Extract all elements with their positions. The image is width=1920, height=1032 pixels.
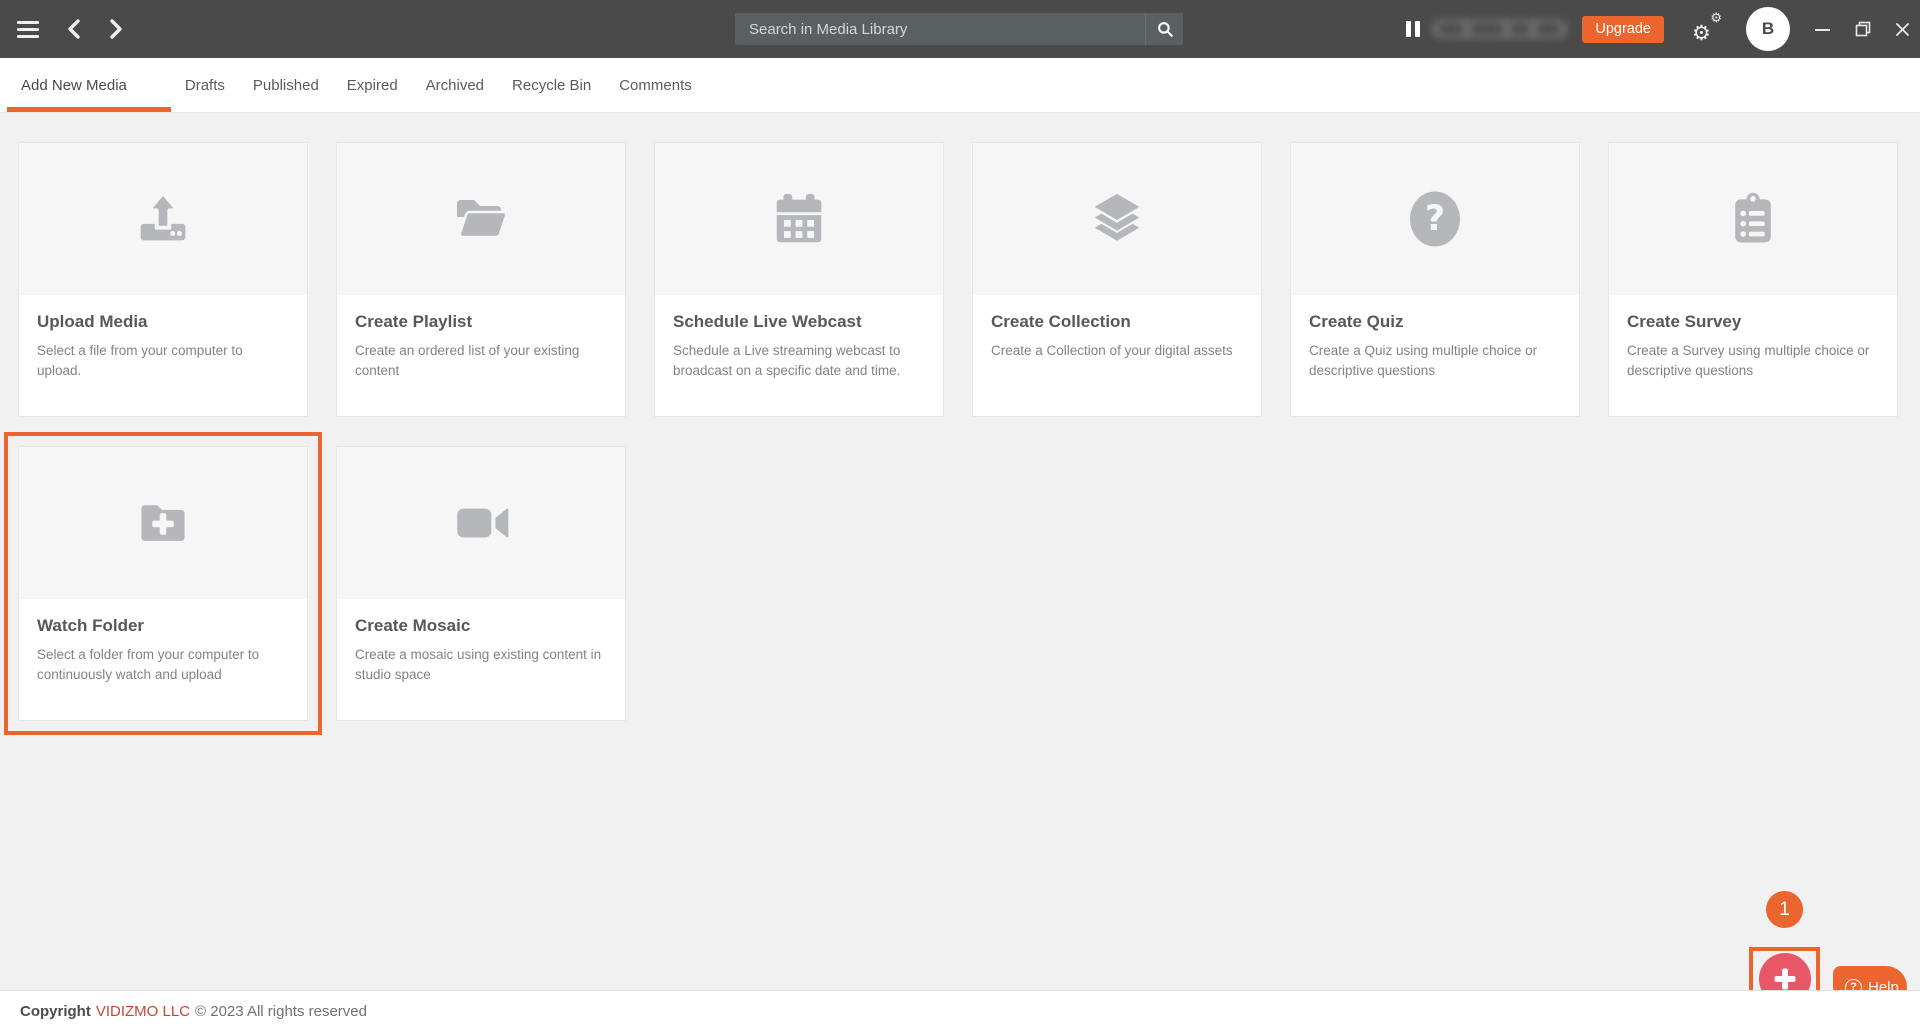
tab-add-new-media[interactable]: Add New Media <box>7 58 171 112</box>
copyright-text: © 2023 All rights reserved <box>195 1003 367 1020</box>
search-icon[interactable] <box>1145 13 1183 45</box>
card-create-mosaic[interactable]: Create Mosaic Create a mosaic using exis… <box>336 446 626 721</box>
avatar[interactable]: B <box>1746 7 1790 51</box>
folder-plus-icon <box>19 447 307 599</box>
card-schedule-live-webcast[interactable]: Schedule Live Webcast Schedule a Live st… <box>654 142 944 417</box>
card-description: Create a Quiz using multiple choice or d… <box>1309 343 1538 379</box>
close-icon[interactable] <box>1895 22 1910 37</box>
video-camera-icon <box>337 447 625 599</box>
minimize-icon[interactable] <box>1814 21 1831 38</box>
watch-folder-highlight-wrap: Watch Folder Select a folder from your c… <box>4 432 322 735</box>
card-title: Create Mosaic <box>355 616 471 635</box>
upgrade-button[interactable]: Upgrade <box>1582 15 1664 43</box>
card-title: Schedule Live Webcast <box>673 312 862 331</box>
clipboard-list-icon <box>1609 143 1897 295</box>
card-grid: Upload Media Select a file from your com… <box>0 113 1920 735</box>
card-description: Select a folder from your computer to co… <box>37 647 260 683</box>
title-bar-right: Upgrade ⚙ ⚙ B <box>1406 0 1920 58</box>
calendar-icon <box>655 143 943 295</box>
svg-text:?: ? <box>1425 199 1445 239</box>
card-description: Schedule a Live streaming webcast to bro… <box>673 343 901 379</box>
tab-recycle-bin[interactable]: Recycle Bin <box>498 58 605 112</box>
card-description: Select a file from your computer to uplo… <box>37 343 243 379</box>
card-description: Create an ordered list of your existing … <box>355 343 580 379</box>
upload-icon <box>19 143 307 295</box>
tab-comments[interactable]: Comments <box>605 58 706 112</box>
card-upload-media[interactable]: Upload Media Select a file from your com… <box>18 142 308 417</box>
card-title: Create Collection <box>991 312 1131 331</box>
folder-open-icon <box>337 143 625 295</box>
tab-archived[interactable]: Archived <box>412 58 498 112</box>
title-bar-left <box>0 0 124 58</box>
vidizmo-link[interactable]: VIDIZMO LLC <box>96 1003 190 1020</box>
search-box <box>735 13 1183 45</box>
card-title: Create Playlist <box>355 312 473 331</box>
forward-icon[interactable] <box>108 18 124 40</box>
card-create-playlist[interactable]: Create Playlist Create an ordered list o… <box>336 142 626 417</box>
card-title: Upload Media <box>37 312 148 331</box>
menu-icon[interactable] <box>16 20 40 38</box>
services-gears-icon[interactable]: ⚙ ⚙ <box>1692 10 1722 45</box>
card-create-survey[interactable]: Create Survey Create a Survey using mult… <box>1608 142 1898 417</box>
card-description: Create a mosaic using existing content i… <box>355 647 602 683</box>
back-icon[interactable] <box>66 18 82 40</box>
media-library-tabbar: Add New Media Drafts Published Expired A… <box>0 58 1920 113</box>
title-bar: Upgrade ⚙⚙ B <box>0 0 1920 58</box>
tab-published[interactable]: Published <box>239 58 333 112</box>
restore-window-icon[interactable] <box>1855 21 1871 37</box>
search-input[interactable] <box>735 13 1145 45</box>
tab-drafts[interactable]: Drafts <box>171 58 239 112</box>
card-description: Create a Survey using multiple choice or… <box>1627 343 1870 379</box>
tab-expired[interactable]: Expired <box>333 58 412 112</box>
card-title: Create Quiz <box>1309 312 1404 331</box>
card-description: Create a Collection of your digital asse… <box>991 343 1233 358</box>
copyright-label: Copyright <box>20 1003 91 1020</box>
footer: Copyright VIDIZMO LLC © 2023 All rights … <box>0 990 1920 1032</box>
layers-icon <box>973 143 1261 295</box>
question-circle-icon: ? <box>1291 143 1579 295</box>
add-new-media-panel: Upload Media Select a file from your com… <box>0 113 1920 990</box>
card-create-quiz[interactable]: ? Create Quiz Create a Quiz using multip… <box>1290 142 1580 417</box>
card-title: Watch Folder <box>37 616 145 635</box>
card-watch-folder[interactable]: Watch Folder Select a folder from your c… <box>18 446 308 721</box>
blurred-text <box>1432 20 1568 38</box>
card-title: Create Survey <box>1627 312 1742 331</box>
pause-icon[interactable] <box>1406 21 1421 37</box>
card-create-collection[interactable]: Create Collection Create a Collection of… <box>972 142 1262 417</box>
step-number-badge: 1 <box>1766 891 1803 928</box>
